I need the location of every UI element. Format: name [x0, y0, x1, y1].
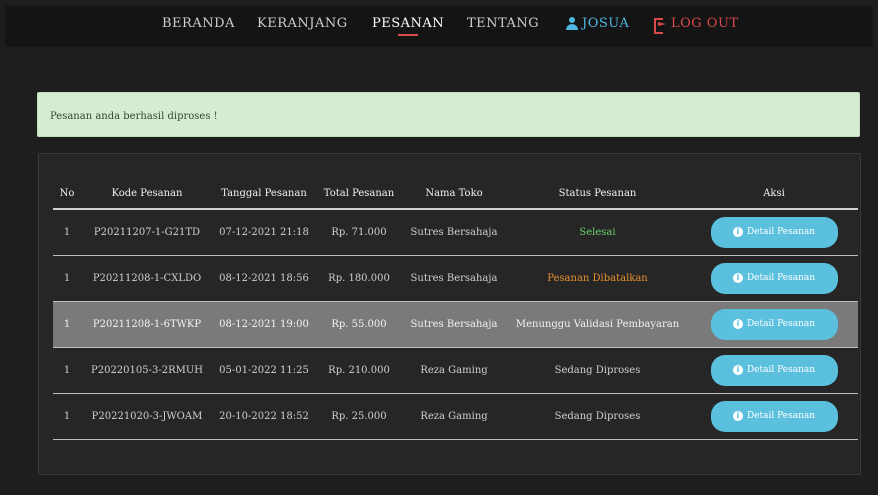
orders-table: No Kode Pesanan Tanggal Pesanan Total Pe…: [53, 179, 858, 440]
cell-status: Menunggu Validasi Pembayaran: [505, 301, 690, 348]
cell-kode: P20221020-3-JWOAM: [81, 393, 213, 440]
success-alert: Pesanan anda berhasil diproses !: [37, 92, 860, 137]
cell-toko: Reza Gaming: [403, 393, 505, 440]
table-row: 1 P20220105-3-2RMUH 05-01-2022 11:25 Rp.…: [53, 347, 858, 394]
header-no: No: [53, 179, 81, 210]
cell-aksi: i Detail Pesanan: [690, 301, 858, 348]
nav-user[interactable]: JOSUA: [566, 16, 629, 31]
cell-tanggal: 05-01-2022 11:25: [213, 347, 315, 394]
nav-user-label: JOSUA: [582, 16, 630, 31]
cell-total: Rp. 180.000: [315, 255, 403, 302]
cell-aksi: i Detail Pesanan: [690, 347, 858, 394]
header-status: Status Pesanan: [505, 179, 690, 210]
cell-tanggal: 07-12-2021 21:18: [213, 209, 315, 256]
detail-pesanan-button[interactable]: i Detail Pesanan: [710, 262, 838, 294]
cell-tanggal: 20-10-2022 18:52: [213, 393, 315, 440]
cell-status: Sedang Diproses: [505, 347, 690, 394]
cell-total: Rp. 25.000: [315, 393, 403, 440]
header-toko: Nama Toko: [403, 179, 505, 210]
info-icon: i: [732, 365, 743, 375]
cell-kode: P20211208-1-6TWKP: [81, 301, 213, 348]
detail-pesanan-button[interactable]: i Detail Pesanan: [710, 308, 838, 340]
detail-pesanan-label: Detail Pesanan: [746, 273, 816, 283]
detail-pesanan-label: Detail Pesanan: [746, 227, 816, 238]
nav-logout[interactable]: LOG OUT: [654, 16, 739, 34]
orders-panel: No Kode Pesanan Tanggal Pesanan Total Pe…: [38, 153, 861, 475]
info-icon: i: [732, 411, 743, 421]
table-row: 1 P20211208-1-6TWKP 08-12-2021 19:00 Rp.…: [53, 301, 858, 348]
logout-icon: [654, 17, 666, 34]
cell-aksi: i Detail Pesanan: [690, 209, 858, 256]
nav-beranda[interactable]: BERANDA: [162, 16, 235, 31]
detail-pesanan-button[interactable]: i Detail Pesanan: [710, 216, 838, 248]
header-tanggal: Tanggal Pesanan: [213, 179, 315, 210]
nav-logout-label: LOG OUT: [671, 16, 739, 31]
table-row: 1 P20221020-3-JWOAM 20-10-2022 18:52 Rp.…: [53, 393, 858, 440]
cell-status: Selesai: [505, 209, 690, 256]
header-total: Total Pesanan: [315, 179, 403, 210]
table-row: 1 P20211208-1-CXLDO 08-12-2021 18:56 Rp.…: [53, 255, 858, 302]
cell-toko: Sutres Bersahaja: [403, 255, 505, 302]
cell-no: 1: [53, 393, 81, 440]
nav-tentang[interactable]: TENTANG: [467, 16, 539, 31]
cell-kode: P20211207-1-G21TD: [81, 209, 213, 256]
cell-total: Rp. 55.000: [315, 301, 403, 348]
cell-tanggal: 08-12-2021 19:00: [213, 301, 315, 348]
detail-pesanan-label: Detail Pesanan: [746, 411, 816, 421]
info-icon: i: [732, 227, 743, 238]
cell-kode: P20220105-3-2RMUH: [81, 347, 213, 394]
table-header-row: No Kode Pesanan Tanggal Pesanan Total Pe…: [53, 179, 858, 210]
cell-status: Pesanan Dibatalkan: [505, 255, 690, 302]
cell-toko: Sutres Bersahaja: [403, 209, 505, 256]
cell-no: 1: [53, 255, 81, 302]
cell-no: 1: [53, 209, 81, 256]
cell-toko: Reza Gaming: [403, 347, 505, 394]
cell-total: Rp. 210.000: [315, 347, 403, 394]
cell-no: 1: [53, 347, 81, 394]
header-aksi: Aksi: [690, 179, 858, 210]
cell-no: 1: [53, 301, 81, 348]
detail-pesanan-label: Detail Pesanan: [746, 319, 816, 329]
info-icon: i: [732, 319, 743, 329]
cell-total: Rp. 71.000: [315, 209, 403, 256]
cell-status: Sedang Diproses: [505, 393, 690, 440]
nav-keranjang[interactable]: KERANJANG: [257, 16, 348, 31]
table-row: 1 P20211207-1-G21TD 07-12-2021 21:18 Rp.…: [53, 209, 858, 256]
top-navbar: BERANDA KERANJANG PESANAN TENTANG JOSUA …: [6, 6, 872, 44]
cell-aksi: i Detail Pesanan: [690, 393, 858, 440]
cell-kode: P20211208-1-CXLDO: [81, 255, 213, 302]
detail-pesanan-label: Detail Pesanan: [746, 365, 816, 375]
header-kode: Kode Pesanan: [81, 179, 213, 210]
info-icon: i: [732, 273, 743, 283]
detail-pesanan-button[interactable]: i Detail Pesanan: [710, 354, 838, 386]
cell-toko: Sutres Bersahaja: [403, 301, 505, 348]
nav-pesanan[interactable]: PESANAN: [372, 16, 444, 36]
cell-tanggal: 08-12-2021 18:56: [213, 255, 315, 302]
user-icon: [566, 17, 578, 30]
cell-aksi: i Detail Pesanan: [690, 255, 858, 302]
detail-pesanan-button[interactable]: i Detail Pesanan: [710, 400, 838, 432]
